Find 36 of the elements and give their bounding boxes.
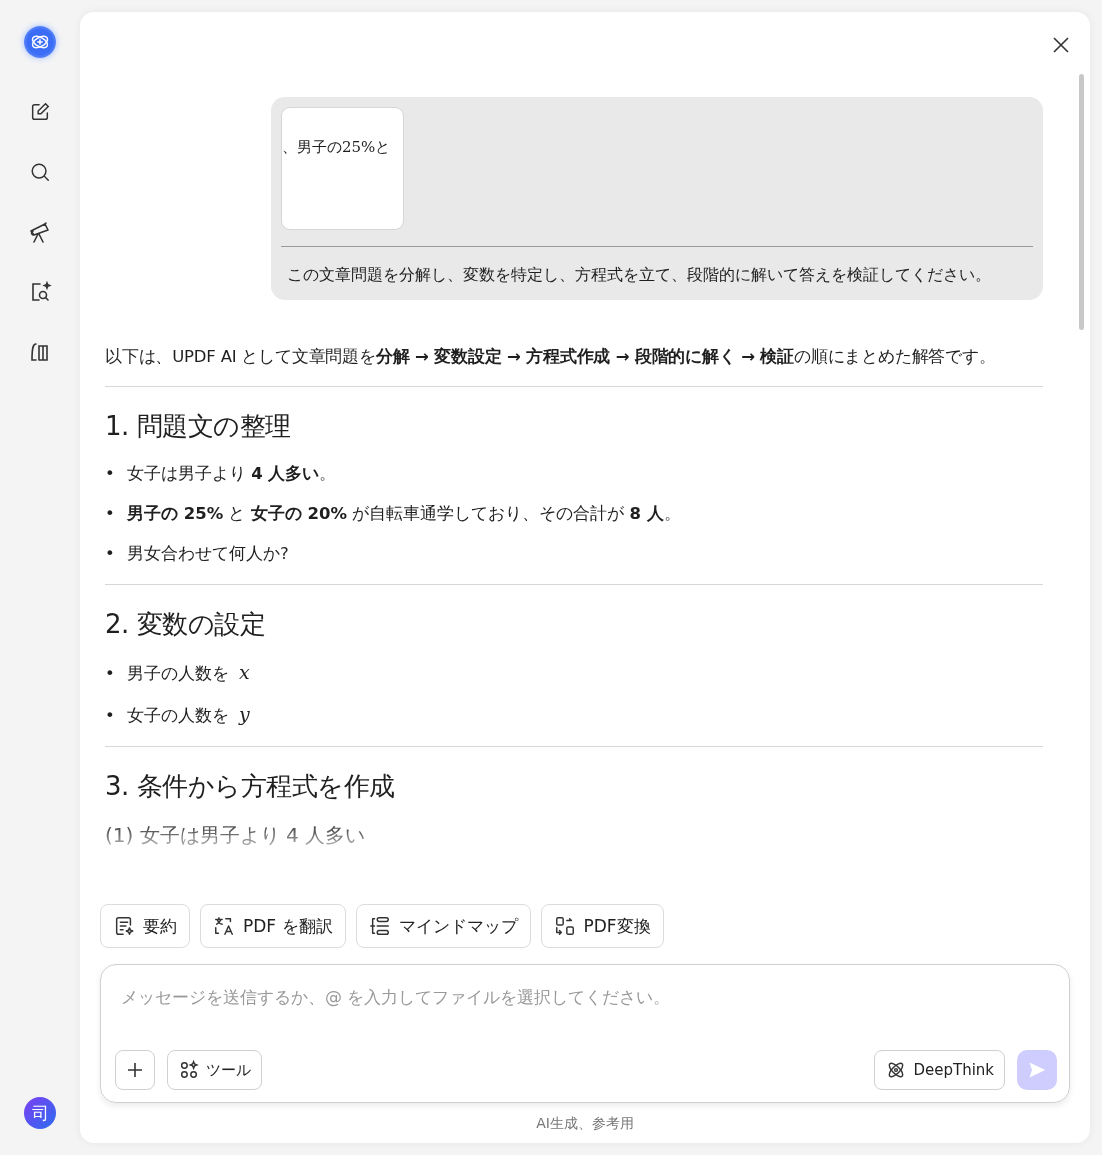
- tools-button[interactable]: ツール: [167, 1050, 262, 1090]
- bullet-item: 女子の人数を y: [127, 702, 250, 727]
- message-composer[interactable]: メッセージを送信するか、@ を入力してファイルを選択してください。 ツール DeepThink: [100, 964, 1070, 1103]
- answer-intro-text: 以下は、UPDF AI として文章問題を分解 → 変数設定 → 方程式作成 → 段階的に解く → 検証の順にまとめた解答です。: [105, 346, 997, 368]
- apps-sparkle-icon: [178, 1059, 200, 1081]
- bullet-marker: •: [105, 503, 115, 525]
- deepthink-button[interactable]: DeepThink: [874, 1050, 1005, 1090]
- bullet-marker: •: [105, 663, 115, 685]
- quick-action-button[interactable]: PDF を翻訳: [200, 904, 346, 948]
- add-button[interactable]: [115, 1050, 155, 1090]
- quick-action-button[interactable]: PDF変換: [540, 904, 664, 948]
- quick-action-button[interactable]: マインドマップ: [355, 904, 531, 948]
- bullet-item: 男子の 25% と 女子の 20% が自転車通学しており、その合計が 8 人。: [127, 503, 681, 525]
- translate-icon: [213, 915, 235, 937]
- plus-icon: [126, 1061, 144, 1079]
- scrollbar[interactable]: [1079, 74, 1084, 330]
- section-heading: 1. 問題文の整理: [105, 410, 292, 443]
- convert-icon: [553, 915, 576, 937]
- bullet-item: 男女合わせて何人か?: [127, 543, 289, 565]
- disclaimer-text: AI生成、参考用: [535, 1114, 635, 1133]
- summary-icon: [113, 915, 135, 937]
- mindmap-icon: [368, 915, 391, 937]
- bullet-marker: •: [105, 705, 115, 727]
- faded-subheading: (1) 女子は男子より 4 人多い: [105, 822, 367, 849]
- attachment-thumbnail[interactable]: 、男子の25%と: [281, 107, 404, 230]
- bullet-item: 女子は男子より 4 人多い。: [127, 463, 337, 485]
- user-prompt-text: この文章問題を分解し、変数を特定し、方程式を立て、段階的に解いて答えを検証してください。: [286, 265, 992, 286]
- bullet-item: 男子の人数を x: [127, 660, 250, 685]
- bullet-marker: •: [105, 463, 115, 485]
- section-heading: 3. 条件から方程式を作成: [105, 770, 396, 803]
- section-heading: 2. 変数の設定: [105, 608, 267, 641]
- send-icon: [1027, 1060, 1047, 1080]
- user-avatar[interactable]: 司: [24, 1097, 56, 1129]
- quick-action-button[interactable]: 要約: [100, 904, 190, 948]
- app-logo-icon[interactable]: [24, 26, 56, 58]
- bullet-marker: •: [105, 543, 115, 565]
